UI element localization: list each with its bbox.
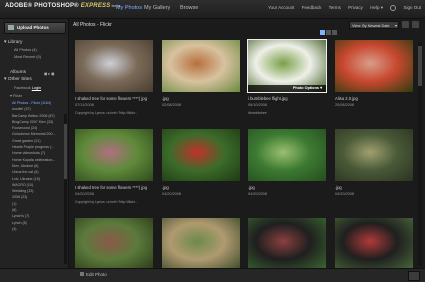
photo-title: .jpg [162, 185, 169, 190]
tab-my-gallery[interactable]: My Gallery [144, 5, 170, 11]
photo-thumbnail[interactable] [248, 129, 326, 181]
photo-date: 04/20/2008 [248, 192, 268, 196]
edit-photo-button[interactable]: Edit Photo [80, 272, 107, 277]
photo-title: i bumblebee flight.jpg [248, 96, 288, 101]
link-feedback[interactable]: Feedback [302, 5, 322, 10]
photo-date: 04/20/2008 [75, 192, 95, 196]
tab-browse[interactable]: Browse [180, 5, 198, 11]
upload-label: Upload Photos [17, 25, 49, 30]
sidebar-item-flickr[interactable]: ▾ Flickr [10, 93, 22, 98]
top-links: Your Account Feedback Terms Privacy Help… [262, 5, 421, 11]
upload-icon [8, 25, 14, 30]
sidebar-scrollbar[interactable] [64, 114, 67, 264]
logo-text: ADOBE® PHOTOSHOP® [5, 3, 79, 9]
photo-thumbnail[interactable] [162, 129, 240, 181]
sidebar: Upload Photos ▾ Library All Photos (4) M… [0, 19, 69, 276]
bottom-right-button[interactable] [408, 271, 420, 281]
list-view-icon[interactable] [326, 30, 331, 35]
slideshow-icon[interactable] [332, 30, 337, 35]
photo-date: 04/20/2008 [335, 192, 355, 196]
breadcrumb: All Photos - Flickr [73, 22, 112, 28]
photo-description: Copyright by Lynios <a href="http://flic… [75, 200, 138, 204]
bottom-bar: Edit Photo [0, 268, 425, 282]
tab-my-photos[interactable]: My Photos [116, 5, 142, 11]
photo-title: I shaked tree for some flowers ****) jpg [75, 96, 147, 101]
sidebar-item-facebook[interactable]: Facebook Login [14, 86, 41, 90]
view-mode-icons[interactable] [320, 22, 346, 35]
photo-thumbnail[interactable] [75, 40, 153, 92]
albums-heading[interactable]: Albums [10, 70, 26, 75]
photo-date: 02/08/2008 [162, 103, 182, 107]
photo-date: 20/08/2008 [335, 103, 355, 107]
link-privacy[interactable]: Privacy [348, 5, 363, 10]
photo-thumbnail[interactable]: Photo Options ▾ [247, 39, 327, 93]
photo-description: Copyright by Lynios <a href="http://flic… [75, 111, 138, 115]
photo-title: I shaked tree for some flowers ****) jpg [75, 185, 147, 190]
other-sites-heading[interactable]: ▾ Other Sites [4, 77, 32, 82]
sidebar-item-most-recent[interactable]: Most Recent (0) [14, 55, 41, 59]
toolbar-gear-icon[interactable] [402, 21, 409, 28]
albums-icons[interactable]: ◼ ▸ ◼ [44, 71, 54, 76]
main-area: All Photos - Flickr View: By Newest Date… [70, 19, 425, 270]
photo-thumbnail[interactable] [162, 40, 240, 92]
photo-title: .jpg [248, 185, 255, 190]
photo-title: Alisa 2.0.jpg [335, 96, 358, 101]
top-bar: ADOBE® PHOTOSHOP® EXPRESSbeta My Photos … [0, 0, 425, 19]
sort-dropdown[interactable]: View: By Newest Date ▾ [349, 21, 399, 29]
photo-thumbnail[interactable] [75, 218, 153, 270]
link-help[interactable]: Help ▾ [370, 5, 383, 10]
toolbar-refresh-icon[interactable] [412, 21, 419, 28]
photo-title: .jpg [162, 96, 169, 101]
pencil-icon [80, 272, 84, 276]
photo-date: 06/10/2008 [248, 103, 268, 107]
upload-photos-button[interactable]: Upload Photos [4, 22, 66, 34]
photo-description: #bumblebee [248, 111, 267, 115]
facebook-login-link[interactable]: Login [32, 86, 41, 90]
grid-view-icon[interactable] [320, 30, 325, 35]
flickr-album-tree: All Photos - Flickr (1164) woofie! (57) Ba… [12, 100, 64, 232]
help-icon[interactable] [390, 5, 397, 11]
photo-date: 04/20/2008 [162, 192, 182, 196]
photo-thumbnail[interactable] [335, 129, 413, 181]
link-sign-out[interactable]: Sign Out [403, 5, 421, 10]
photo-thumbnail[interactable] [162, 218, 240, 270]
sidebar-item-all-photos[interactable]: All Photos (4) [14, 48, 37, 52]
main-scrollbar[interactable] [418, 42, 422, 266]
app-logo: ADOBE® PHOTOSHOP® EXPRESSbeta [5, 3, 120, 9]
logo-express: EXPRESS [80, 3, 111, 9]
link-your-account[interactable]: Your Account [268, 5, 294, 10]
photo-thumbnail[interactable] [335, 218, 413, 270]
photo-thumbnail[interactable] [75, 129, 153, 181]
library-heading[interactable]: ▾ Library [4, 40, 22, 45]
sidebar-album-item[interactable]: (4) [12, 226, 64, 232]
link-terms[interactable]: Terms [329, 5, 341, 10]
photo-options-menu[interactable]: Photo Options ▾ [248, 85, 326, 92]
photo-date: 07/11/2008 [75, 103, 94, 107]
photo-title: .jpg [335, 185, 342, 190]
photo-thumbnail[interactable] [248, 218, 326, 270]
photo-thumbnail[interactable] [335, 40, 413, 92]
